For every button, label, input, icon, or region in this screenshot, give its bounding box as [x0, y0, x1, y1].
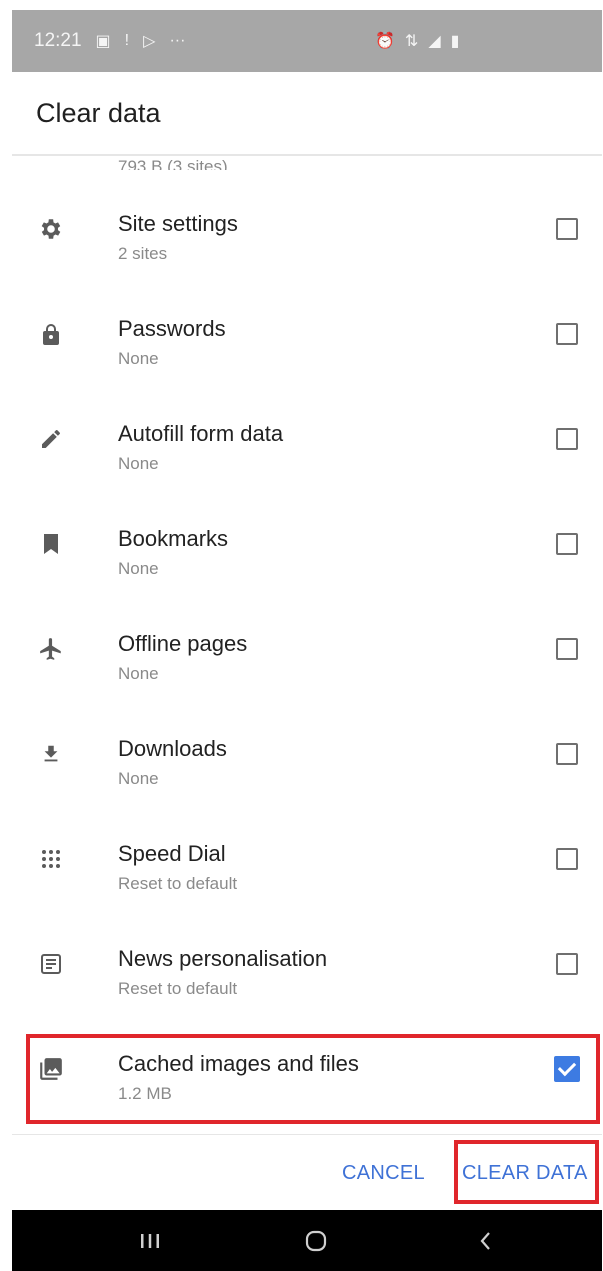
- option-passwords[interactable]: Passwords None: [12, 281, 602, 386]
- option-label: Passwords: [118, 316, 226, 341]
- cancel-button[interactable]: CANCEL: [342, 1135, 425, 1211]
- option-cached-images-and-files[interactable]: Cached images and files 1.2 MB: [12, 1016, 602, 1121]
- option-downloads[interactable]: Downloads None: [12, 701, 602, 806]
- option-label: Bookmarks: [118, 526, 229, 551]
- option-speed-dial[interactable]: Speed Dial Reset to default: [12, 806, 602, 911]
- downloads-checkbox[interactable]: [556, 742, 578, 765]
- home-icon[interactable]: [286, 1210, 346, 1271]
- site-settings-checkbox[interactable]: [556, 217, 578, 240]
- option-subtitle: None: [118, 559, 159, 578]
- option-subtitle: None: [118, 769, 159, 788]
- speed-dial-checkbox[interactable]: [556, 847, 578, 870]
- option-label: Downloads: [118, 736, 227, 761]
- bookmarks-checkbox[interactable]: [556, 532, 578, 555]
- battery-icon: ▮: [450, 33, 460, 50]
- airplane-icon: [36, 634, 66, 664]
- option-subtitle: 1.2 MB: [118, 1084, 172, 1103]
- clear-data-button[interactable]: CLEAR DATA: [462, 1135, 588, 1211]
- offline-pages-checkbox[interactable]: [556, 637, 578, 660]
- download-icon: [36, 739, 66, 769]
- alert-icon: !: [124, 32, 130, 49]
- system-navigation-bar: [12, 1210, 602, 1271]
- option-autofill-form-data[interactable]: Autofill form data None: [12, 386, 602, 491]
- passwords-checkbox[interactable]: [556, 322, 578, 345]
- autofill-checkbox[interactable]: [556, 427, 578, 450]
- option-subtitle: None: [118, 349, 159, 368]
- page-title: Clear data: [36, 97, 161, 128]
- option-label: Offline pages: [118, 631, 248, 656]
- recent-apps-icon[interactable]: [120, 1210, 180, 1271]
- news-icon: [36, 949, 66, 979]
- lock-icon: [36, 319, 66, 349]
- images-icon: [36, 1054, 66, 1084]
- option-bookmarks[interactable]: Bookmarks None: [12, 491, 602, 596]
- cached-images-checkbox[interactable]: [554, 1055, 580, 1082]
- grid-dots-icon: [36, 844, 66, 874]
- cut-off-row-subtitle: 793 B (3 sites): [118, 157, 228, 170]
- option-subtitle: Reset to default: [118, 874, 238, 893]
- option-subtitle: 2 sites: [118, 244, 168, 263]
- signal-icon: ◢: [428, 33, 441, 50]
- play-icon: ▷: [143, 33, 156, 50]
- alarm-icon: ⏰: [375, 33, 395, 50]
- data-icon: ⇅: [404, 33, 419, 50]
- option-subtitle: None: [118, 454, 159, 473]
- news-personalisation-checkbox[interactable]: [556, 952, 578, 975]
- status-right-icons: ⏰ ⇅ ◢ ▮: [375, 10, 459, 72]
- bookmark-icon: [36, 529, 66, 559]
- pencil-icon: [36, 424, 66, 454]
- option-news-personalisation[interactable]: News personalisation Reset to default: [12, 911, 602, 1016]
- option-offline-pages[interactable]: Offline pages None: [12, 596, 602, 701]
- option-subtitle: Reset to default: [118, 979, 238, 998]
- option-label: Site settings: [118, 211, 238, 236]
- option-site-settings[interactable]: Site settings 2 sites: [12, 176, 602, 281]
- dialog-footer: CANCEL CLEAR DATA: [12, 1134, 602, 1211]
- option-label: Autofill form data: [118, 421, 284, 446]
- option-label: Speed Dial: [118, 841, 226, 866]
- status-time: 12:21: [34, 30, 82, 51]
- option-label: News personalisation: [118, 946, 328, 971]
- clear-data-options-list: Site settings 2 sites Passwords None Aut…: [12, 176, 602, 1121]
- app-header: Clear data: [12, 72, 602, 156]
- more-icon: ···: [169, 32, 186, 49]
- gear-icon: [36, 214, 66, 244]
- status-bar: 12:21 ▣ ! ▷ ··· ⏰ ⇅ ◢ ▮: [12, 10, 602, 72]
- option-label: Cached images and files: [118, 1051, 359, 1076]
- option-subtitle: None: [118, 664, 159, 683]
- image-icon: ▣: [95, 33, 111, 50]
- back-icon[interactable]: [456, 1210, 516, 1271]
